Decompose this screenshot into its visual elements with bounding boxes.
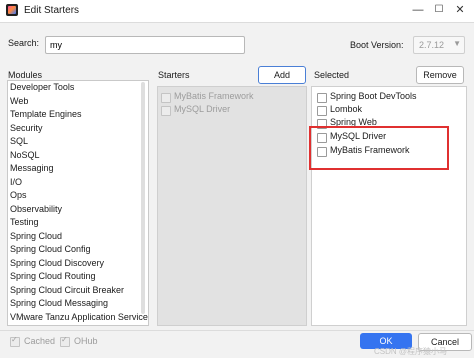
search-label: Search: — [8, 38, 40, 48]
module-item[interactable]: Security — [8, 122, 148, 136]
module-item[interactable]: I/O — [8, 176, 148, 190]
module-item[interactable]: Spring Cloud — [8, 230, 148, 244]
checkbox[interactable] — [161, 93, 171, 103]
window-title: Edit Starters — [24, 5, 80, 16]
boot-version-select[interactable]: 2.7.12 ▼ — [413, 36, 465, 54]
module-item[interactable]: Spring Cloud Circuit Breaker — [8, 284, 148, 298]
modules-list: Developer Tools Web Template Engines Sec… — [7, 80, 149, 326]
module-item[interactable]: Template Engines — [8, 108, 148, 122]
highlight-annotation — [309, 126, 449, 170]
checkbox[interactable] — [317, 106, 327, 116]
close-icon[interactable]: ✕ — [452, 3, 468, 17]
starters-label: Starters — [158, 70, 190, 80]
search-input[interactable] — [45, 36, 245, 54]
module-item[interactable]: Spring Cloud Routing — [8, 270, 148, 284]
module-item[interactable]: Developer Tools — [8, 81, 148, 95]
modules-label: Modules — [8, 70, 43, 80]
intellij-icon — [6, 4, 18, 16]
chevron-down-icon: ▼ — [453, 39, 461, 48]
ohub-label: OHub — [74, 336, 98, 346]
starters-list: MyBatis Framework MySQL Driver — [157, 86, 307, 326]
selected-list: Spring Boot DevTools Lombok Spring Web M… — [311, 86, 467, 326]
module-item[interactable]: Messaging — [8, 162, 148, 176]
maximize-icon[interactable]: ☐ — [431, 3, 447, 17]
module-item[interactable]: Spring Cloud Messaging — [8, 297, 148, 311]
title-bar: Edit Starters — ☐ ✕ — [0, 0, 474, 23]
module-item[interactable]: Observability — [8, 203, 148, 217]
cached-label: Cached — [24, 336, 56, 346]
modules-scrollbar[interactable] — [141, 82, 145, 314]
starter-item-label: MyBatis Framework — [174, 91, 254, 101]
boot-version-label: Boot Version: — [350, 40, 404, 50]
minimize-icon[interactable]: — — [410, 3, 426, 17]
module-item[interactable]: NoSQL — [8, 149, 148, 163]
checkbox[interactable] — [60, 335, 70, 347]
checkbox[interactable] — [161, 106, 171, 116]
module-item[interactable]: Spring Cloud Discovery — [8, 257, 148, 271]
add-button[interactable]: Add — [258, 66, 306, 84]
watermark: CSDN @程序猿小马 — [374, 347, 448, 356]
selected-item-label: Spring Boot DevTools — [330, 91, 417, 101]
remove-button[interactable]: Remove — [416, 66, 464, 84]
footer-divider — [0, 330, 474, 331]
module-item[interactable]: Testing — [8, 216, 148, 230]
module-item[interactable]: Ops — [8, 189, 148, 203]
module-item[interactable]: SQL — [8, 135, 148, 149]
starter-item-label: MySQL Driver — [174, 104, 231, 114]
module-item[interactable]: VMware Tanzu Application Service — [8, 311, 148, 325]
selected-item-label: Lombok — [330, 104, 363, 114]
selected-label: Selected — [314, 70, 350, 80]
module-item[interactable]: Web — [8, 95, 148, 109]
checkbox[interactable] — [10, 335, 20, 347]
module-item[interactable]: Spring Cloud Config — [8, 243, 148, 257]
checkbox[interactable] — [317, 93, 327, 103]
boot-version-value: 2.7.12 — [419, 40, 445, 50]
